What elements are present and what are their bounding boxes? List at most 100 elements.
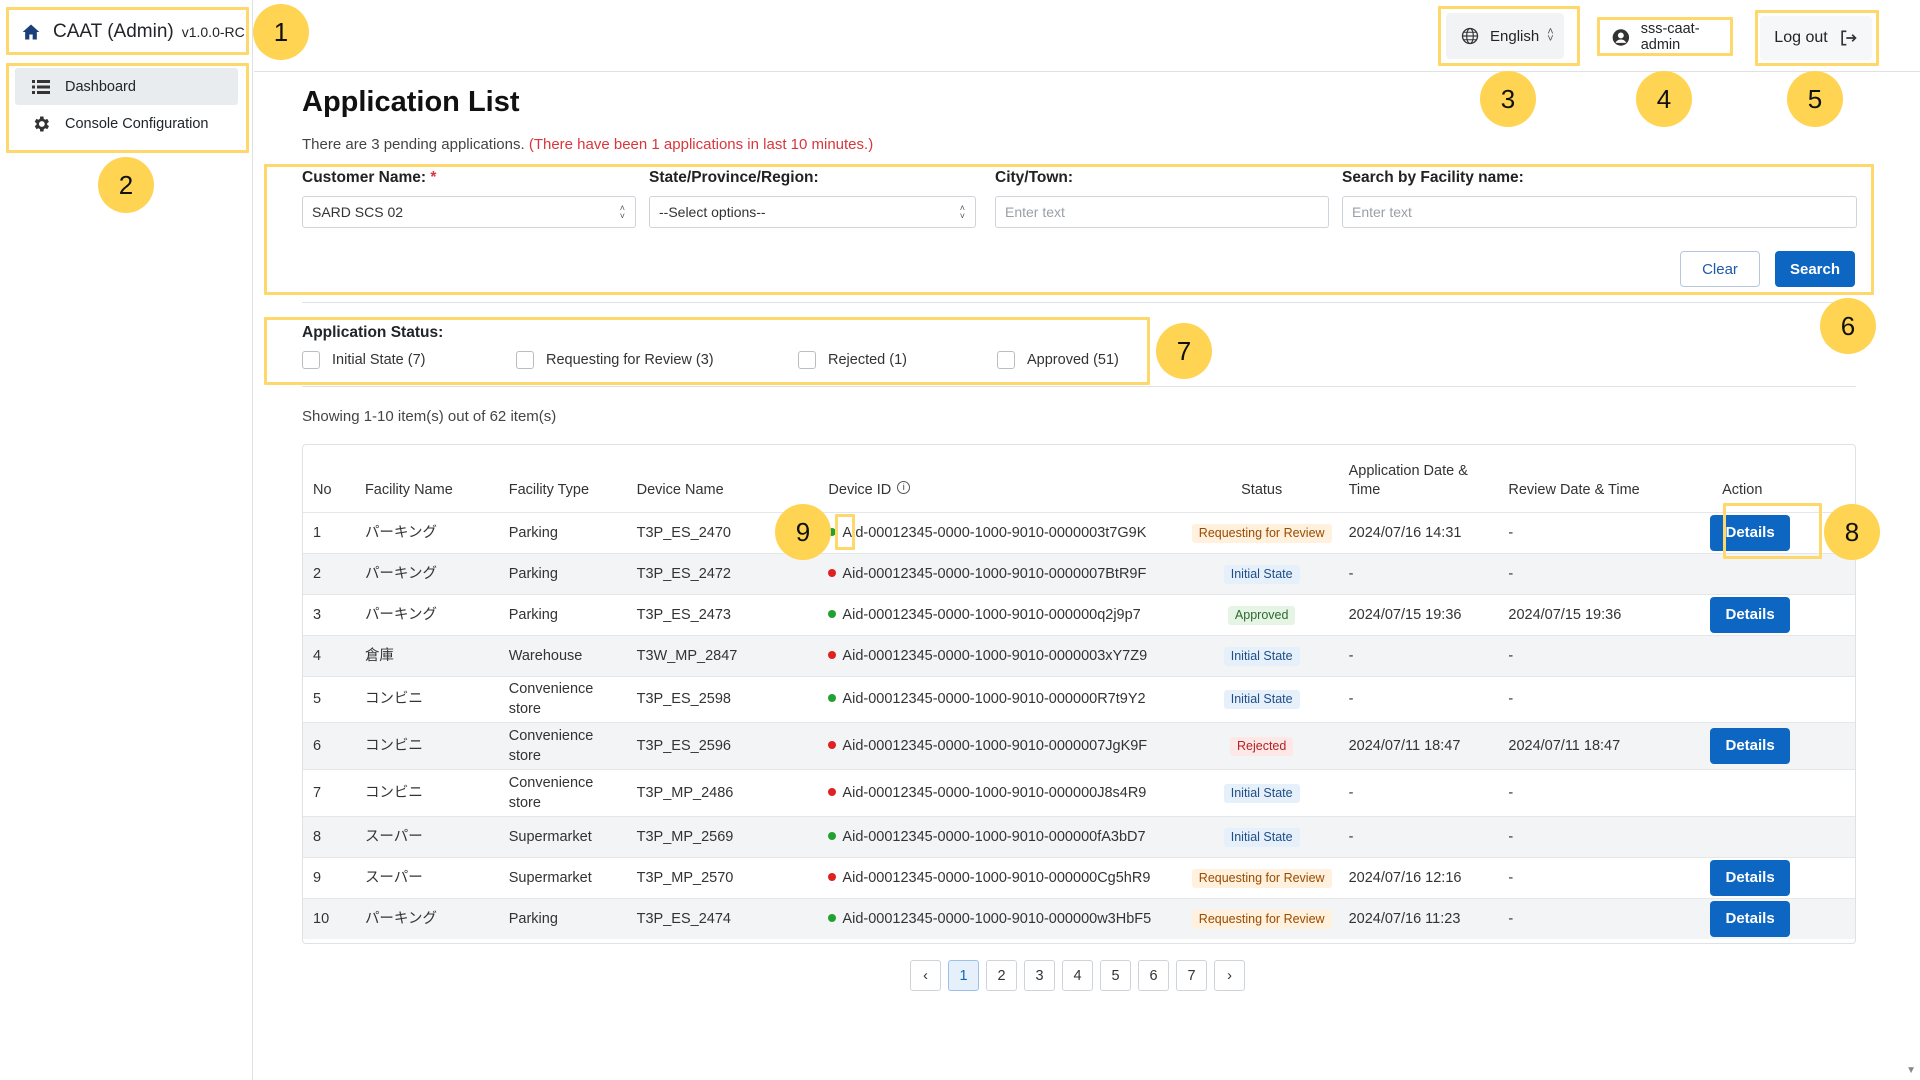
cell-action [1694, 815, 1855, 857]
checkbox[interactable] [997, 351, 1015, 369]
details-button[interactable]: Details [1710, 514, 1791, 551]
cell-action [1694, 634, 1855, 676]
pagination-page-2[interactable]: 2 [986, 960, 1017, 991]
cell-device-id: Aid-00012345-0000-1000-9010-000000fA3bD7 [818, 815, 1185, 857]
pagination-page-5[interactable]: 5 [1100, 960, 1131, 991]
header-no: No [313, 481, 332, 498]
cell-facility-name: スーパー [354, 856, 499, 898]
cell-status: Rejected [1184, 721, 1339, 769]
pagination-page-3[interactable]: 3 [1024, 960, 1055, 991]
callout-number: 3 [1480, 71, 1536, 127]
logout-icon [1841, 30, 1857, 46]
cell-status: Initial State [1184, 815, 1339, 857]
select-arrow-icon: ˄ ˅ [619, 203, 625, 221]
cell-review-date: - [1498, 511, 1695, 553]
connection-status-dot [828, 650, 837, 659]
customer-name-select[interactable]: SARD SCS 02 ˄ ˅ [302, 196, 636, 228]
cell-status: Initial State [1184, 675, 1339, 722]
table-row: 7 コンビニ Convenience store T3P_MP_2486 Aid-000… [303, 768, 1855, 816]
status-checkbox-review[interactable]: Requesting for Review (3) [516, 351, 714, 369]
connection-status-dot [828, 694, 837, 703]
connection-status-dot [828, 787, 837, 796]
pagination-page-4[interactable]: 4 [1062, 960, 1093, 991]
state-select[interactable]: --Select options-- ˄ ˅ [649, 196, 976, 228]
cell-review-date: 2024/07/11 18:47 [1498, 721, 1695, 769]
cell-review-date: - [1498, 768, 1695, 816]
cell-facility-type: Supermarket [498, 856, 627, 898]
pagination-next-button[interactable]: › [1214, 960, 1245, 991]
pagination-page-7[interactable]: 7 [1176, 960, 1207, 991]
cell-facility-type: Parking [498, 552, 627, 594]
cell-device-name: T3P_MP_2570 [626, 856, 819, 898]
cell-no: 8 [303, 815, 355, 857]
sidebar-item-console-configuration[interactable]: Console Configuration [15, 105, 238, 142]
pagination-page-1[interactable]: 1 [948, 960, 979, 991]
cell-device-name: T3P_MP_2486 [626, 768, 819, 816]
status-checkbox-initial[interactable]: Initial State (7) [302, 351, 426, 369]
header-status: Status [1241, 481, 1283, 498]
table-row: 5 コンビニ Convenience store T3P_ES_2598 Aid-000… [303, 675, 1855, 722]
info-icon[interactable]: i [897, 481, 911, 495]
checkbox[interactable] [516, 351, 534, 369]
cell-action: Details [1694, 721, 1855, 769]
table-row: 4 倉庫 Warehouse T3W_MP_2847 Aid-00012345-0000… [303, 634, 1855, 676]
cell-device-id: Aid-00012345-0000-1000-9010-000000q2j9p7 [818, 593, 1185, 635]
user-avatar-icon [1612, 28, 1630, 46]
details-button[interactable]: Details [1710, 900, 1791, 937]
cell-device-id: Aid-00012345-0000-1000-9010-000000w3HbF5 [818, 897, 1185, 939]
gear-icon [34, 116, 49, 131]
cell-facility-type: Convenience store [498, 721, 627, 769]
app-brand[interactable]: CAAT (Admin) v1.0.0-RC [7, 8, 246, 56]
details-button[interactable]: Details [1710, 727, 1791, 764]
table-row: 3 パーキング Parking T3P_ES_2473 Aid-00012345-000… [303, 593, 1855, 635]
callout-number: 6 [1820, 298, 1876, 354]
required-mark: * [430, 169, 437, 186]
clear-button[interactable]: Clear [1680, 251, 1760, 287]
status-checkbox-approved[interactable]: Approved (51) [997, 351, 1119, 369]
cell-review-date: - [1498, 897, 1695, 939]
sidebar-item-dashboard[interactable]: Dashboard [15, 68, 238, 105]
device-id-text: Aid-00012345-0000-1000-9010-000000J8s4R9 [842, 784, 1147, 801]
details-button[interactable]: Details [1710, 859, 1791, 896]
chevron-up-down-icon: ˄ ˅ [1547, 26, 1554, 45]
facility-search-input[interactable]: Enter text [1342, 196, 1857, 228]
home-icon [22, 24, 40, 40]
cell-status: Requesting for Review [1184, 511, 1339, 553]
cell-no: 1 [303, 511, 355, 553]
connection-status-dot [828, 609, 837, 618]
city-input[interactable]: Enter text [995, 196, 1329, 228]
cell-device-id: Aid-00012345-0000-1000-9010-000000J8s4R9 [818, 768, 1185, 816]
list-icon [32, 79, 50, 94]
pagination-page-6[interactable]: 6 [1138, 960, 1169, 991]
facility-placeholder: Enter text [1352, 204, 1412, 220]
callout-number: 2 [98, 157, 154, 213]
device-id-text: Aid-00012345-0000-1000-9010-0000003xY7Z9 [842, 647, 1148, 664]
cell-status: Requesting for Review [1184, 897, 1339, 939]
search-button[interactable]: Search [1775, 251, 1855, 287]
checkbox[interactable] [798, 351, 816, 369]
status-checkbox-rejected[interactable]: Rejected (1) [798, 351, 907, 369]
device-id-text: Aid-00012345-0000-1000-9010-000000Cg5hR9 [842, 869, 1151, 886]
cell-device-id: Aid-00012345-0000-1000-9010-0000007BtR9F [818, 552, 1185, 594]
logout-button[interactable]: Log out [1760, 16, 1872, 60]
cell-action: Details [1694, 856, 1855, 898]
scroll-down-icon[interactable]: ▼ [1906, 1065, 1916, 1076]
table-header: No Facility Name Facility Type Device Na… [303, 445, 1855, 512]
cell-action [1694, 552, 1855, 594]
language-selector[interactable]: English ˄ ˅ [1446, 13, 1564, 59]
connection-status-dot [828, 568, 837, 577]
pagination-prev-button[interactable]: ‹ [910, 960, 941, 991]
cell-status: Approved [1184, 593, 1339, 635]
user-menu[interactable]: sss-caat-admin [1605, 21, 1733, 53]
cell-action: Details [1694, 897, 1855, 939]
cell-application-date: - [1338, 815, 1499, 857]
status-badge: Requesting for Review [1191, 868, 1332, 888]
globe-icon [1461, 27, 1479, 45]
cell-status: Requesting for Review [1184, 856, 1339, 898]
callout-number: 4 [1636, 71, 1692, 127]
details-button[interactable]: Details [1710, 596, 1791, 633]
cell-facility-type: Warehouse [498, 634, 627, 676]
callout-number: 5 [1787, 71, 1843, 127]
cell-application-date: 2024/07/15 19:36 [1338, 593, 1499, 635]
checkbox[interactable] [302, 351, 320, 369]
